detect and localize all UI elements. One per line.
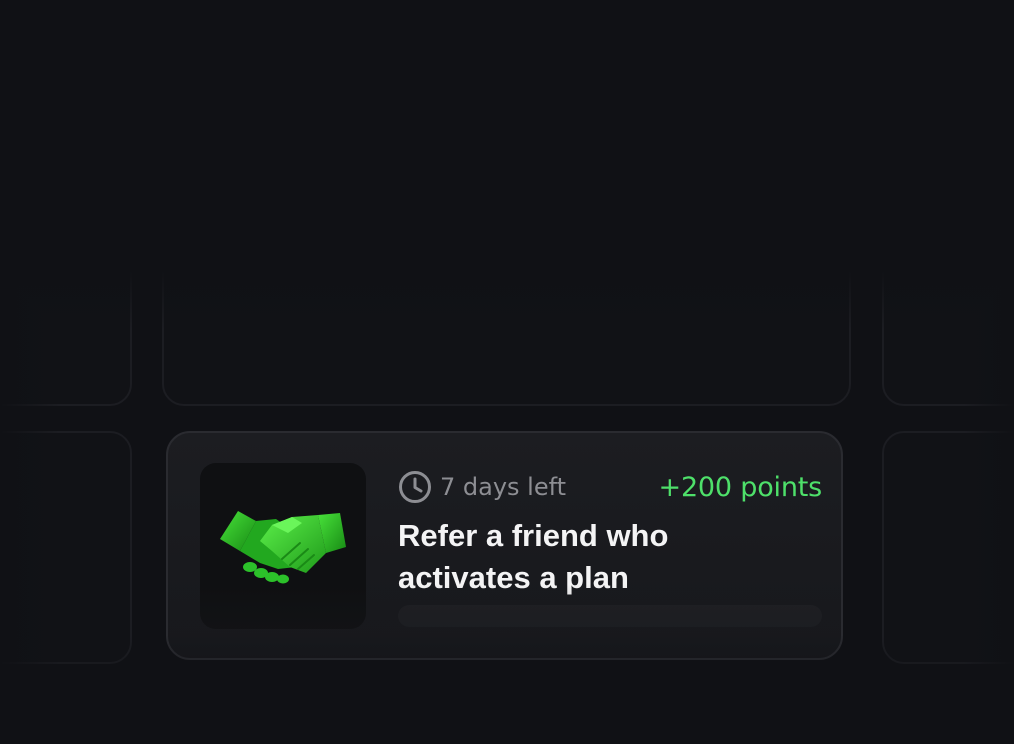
task-image	[200, 463, 366, 629]
clock-icon	[399, 471, 431, 503]
top-fade-overlay	[0, 0, 1014, 330]
task-card[interactable]: 7 days left +200 points Refer a friend w…	[166, 431, 843, 660]
time-left-label: 7 days left	[440, 473, 567, 501]
task-carousel: 7 days left +200 points Refer a friend w…	[0, 0, 1014, 744]
points-reward: +200 points	[658, 472, 823, 503]
task-meta: 7 days left +200 points	[398, 469, 822, 505]
handshake-icon	[220, 511, 346, 584]
bottom-fade-overlay	[0, 634, 1014, 744]
task-progress-bar	[398, 605, 822, 627]
task-title: Refer a friend who activates a plan	[398, 518, 669, 595]
